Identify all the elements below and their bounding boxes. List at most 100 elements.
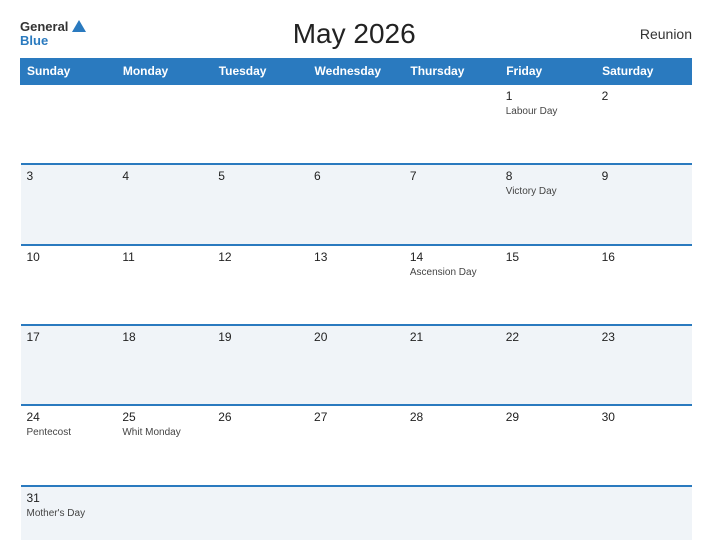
day-header-tuesday: Tuesday [212,59,308,85]
calendar-cell: 23 [596,325,692,405]
day-number: 25 [122,410,206,424]
day-number: 17 [27,330,111,344]
week-row: 24 Pentecost 25 Whit Monday 26 27 28 29 30 [21,405,692,485]
calendar-table: SundayMondayTuesdayWednesdayThursdayFrid… [20,58,692,540]
calendar-cell [116,486,212,540]
day-number: 24 [27,410,111,424]
day-header-friday: Friday [500,59,596,85]
day-number: 19 [218,330,302,344]
calendar-cell [21,84,117,164]
day-event: Pentecost [27,426,111,439]
day-header-monday: Monday [116,59,212,85]
calendar-cell [404,486,500,540]
day-number: 15 [506,250,590,264]
day-number: 4 [122,169,206,183]
calendar-cell: 14 Ascension Day [404,245,500,325]
calendar-cell: 20 [308,325,404,405]
calendar-body: 1Labour Day2345678Victory Day91011121314… [21,84,692,540]
day-number: 13 [314,250,398,264]
day-number: 10 [27,250,111,264]
day-event: Ascension Day [410,266,494,279]
day-number: 31 [27,491,111,505]
day-header-thursday: Thursday [404,59,500,85]
day-number: 30 [602,410,686,424]
day-number: 18 [122,330,206,344]
logo: General Blue [20,20,86,49]
day-number: 2 [602,89,686,103]
calendar-cell: 9 [596,164,692,244]
calendar-cell: 8 Victory Day [500,164,596,244]
calendar-cell: 24 Pentecost [21,405,117,485]
day-number: 22 [506,330,590,344]
calendar-cell: 11 [116,245,212,325]
calendar-cell: 21 [404,325,500,405]
week-row: 1Labour Day 2 [21,84,692,164]
day-number: 20 [314,330,398,344]
day-number: 3 [27,169,111,183]
calendar-cell: 7 [404,164,500,244]
calendar-cell [404,84,500,164]
calendar-cell [308,486,404,540]
calendar-cell [212,84,308,164]
calendar-cell: 13 [308,245,404,325]
calendar-cell [500,486,596,540]
calendar-cell [116,84,212,164]
calendar-cell [212,486,308,540]
calendar-cell: 27 [308,405,404,485]
day-event: Mother's Day [27,507,111,520]
day-number: 1 [506,89,590,103]
day-number: 14 [410,250,494,264]
day-event: Victory Day [506,185,590,198]
week-row: 17 18 19 20 21 22 23 [21,325,692,405]
day-number: 16 [602,250,686,264]
calendar-cell: 28 [404,405,500,485]
calendar-title: May 2026 [86,18,622,50]
calendar-cell: 5 [212,164,308,244]
calendar-page: General Blue May 2026 Reunion SundayMond… [0,0,712,550]
calendar-header-row: SundayMondayTuesdayWednesdayThursdayFrid… [21,59,692,85]
calendar-cell: 10 [21,245,117,325]
calendar-cell: 16 [596,245,692,325]
logo-general-text: General [20,20,68,34]
day-event: Whit Monday [122,426,206,439]
day-header-wednesday: Wednesday [308,59,404,85]
calendar-header: General Blue May 2026 Reunion [20,18,692,50]
day-number: 23 [602,330,686,344]
calendar-cell: 18 [116,325,212,405]
region-label: Reunion [622,26,692,42]
day-header-saturday: Saturday [596,59,692,85]
calendar-cell [596,486,692,540]
day-number: 8 [506,169,590,183]
calendar-cell: 26 [212,405,308,485]
calendar-cell: 30 [596,405,692,485]
calendar-cell: 17 [21,325,117,405]
calendar-cell: 31 Mother's Day [21,486,117,540]
week-row: 345678 Victory Day 9 [21,164,692,244]
logo-blue-text: Blue [20,34,86,48]
calendar-cell: 19 [212,325,308,405]
calendar-cell: 22 [500,325,596,405]
day-number: 9 [602,169,686,183]
day-number: 5 [218,169,302,183]
day-number: 11 [122,250,206,264]
calendar-cell: 2 [596,84,692,164]
week-row: 31 Mother's Day [21,486,692,540]
day-number: 12 [218,250,302,264]
days-of-week-row: SundayMondayTuesdayWednesdayThursdayFrid… [21,59,692,85]
day-number: 27 [314,410,398,424]
calendar-cell [308,84,404,164]
day-number: 28 [410,410,494,424]
calendar-cell: 15 [500,245,596,325]
day-number: 6 [314,169,398,183]
day-header-sunday: Sunday [21,59,117,85]
calendar-cell: 1Labour Day [500,84,596,164]
calendar-cell: 12 [212,245,308,325]
calendar-cell: 6 [308,164,404,244]
calendar-cell: 25 Whit Monday [116,405,212,485]
calendar-cell: 29 [500,405,596,485]
day-number: 21 [410,330,494,344]
week-row: 10 11 12 13 14 Ascension Day 15 16 [21,245,692,325]
calendar-cell: 4 [116,164,212,244]
day-number: 7 [410,169,494,183]
day-number: 29 [506,410,590,424]
